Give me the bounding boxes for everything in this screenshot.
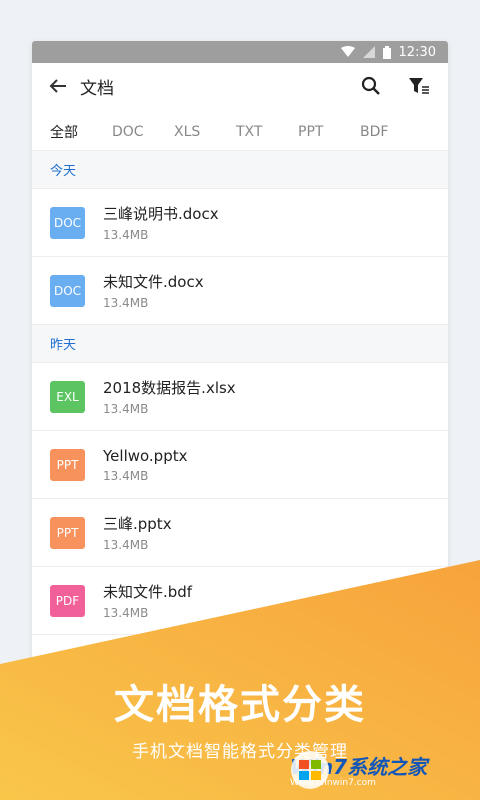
file-size: 13.4MB <box>103 538 149 552</box>
watermark-site: Www.Winwin7.com <box>290 777 376 788</box>
file-name: 未知文件.docx <box>103 273 204 291</box>
file-item[interactable]: PPT Yellwo.pptx 13.4MB <box>32 431 448 499</box>
doc-file-icon: DOC <box>50 274 85 307</box>
file-name: 未知文件.bdf <box>103 583 193 601</box>
file-size: 13.4MB <box>103 606 149 620</box>
file-size: 13.4MB <box>103 296 149 310</box>
wifi-icon <box>340 46 355 57</box>
pdf-file-icon: PDF <box>50 584 85 617</box>
tab-txt[interactable]: TXT <box>236 120 298 140</box>
back-button[interactable] <box>48 71 68 101</box>
windows-logo-icon <box>291 751 329 789</box>
ppt-file-icon: PPT <box>50 516 85 549</box>
section-header: 昨天 <box>32 325 448 363</box>
tab-bdf[interactable]: BDF <box>360 120 422 140</box>
toolbar: 文档 <box>32 63 448 109</box>
search-button[interactable] <box>356 71 386 101</box>
file-item[interactable]: PDF 未知文件.bdf 13.4MB <box>32 567 448 635</box>
file-name: Yellwo.pptx <box>103 446 188 465</box>
tab-ppt[interactable]: PPT <box>298 120 360 140</box>
file-item[interactable]: DOC 三峰说明书.docx 13.4MB <box>32 189 448 257</box>
tab-all[interactable]: 全部 <box>50 118 112 142</box>
search-icon <box>361 76 380 95</box>
status-time: 12:30 <box>398 44 436 60</box>
phone-screen: 12:30 文档 全部 DOC XLS TXT PPT BDF 今天 DOC 三… <box>32 41 448 721</box>
file-name: 2018数据报告.xlsx <box>103 379 236 397</box>
file-item[interactable]: DOC 未知文件.docx 13.4MB <box>32 257 448 325</box>
status-bar: 12:30 <box>32 41 448 63</box>
filter-icon <box>409 78 429 94</box>
page-title: 文档 <box>80 78 114 99</box>
tab-doc[interactable]: DOC <box>112 120 174 140</box>
section-header: 今天 <box>32 151 448 189</box>
ppt-file-icon: PPT <box>50 448 85 481</box>
file-size: 13.4MB <box>103 402 149 416</box>
xls-file-icon: EXL <box>50 380 85 413</box>
battery-icon <box>382 45 391 59</box>
file-size: 13.4MB <box>103 468 149 483</box>
tab-bar: 全部 DOC XLS TXT PPT BDF <box>32 109 448 151</box>
promo-subline: 手机文档智能格式分类管理 <box>132 742 348 762</box>
filter-button[interactable] <box>404 71 434 101</box>
doc-file-icon: DOC <box>50 206 85 239</box>
file-size: 13.4MB <box>103 228 149 242</box>
arrow-left-icon <box>49 79 66 93</box>
watermark-brand: Win7系统之家 <box>290 754 428 779</box>
tab-xls[interactable]: XLS <box>174 120 236 140</box>
file-item[interactable]: PPT 三峰.pptx 13.4MB <box>32 499 448 567</box>
file-item[interactable]: EXL 2018数据报告.xlsx 13.4MB <box>32 363 448 431</box>
file-name: 三峰说明书.docx <box>103 205 219 223</box>
watermark: Win7系统之家 Www.Winwin7.com <box>290 750 476 794</box>
file-name: 三峰.pptx <box>103 515 172 533</box>
signal-icon <box>362 46 375 58</box>
